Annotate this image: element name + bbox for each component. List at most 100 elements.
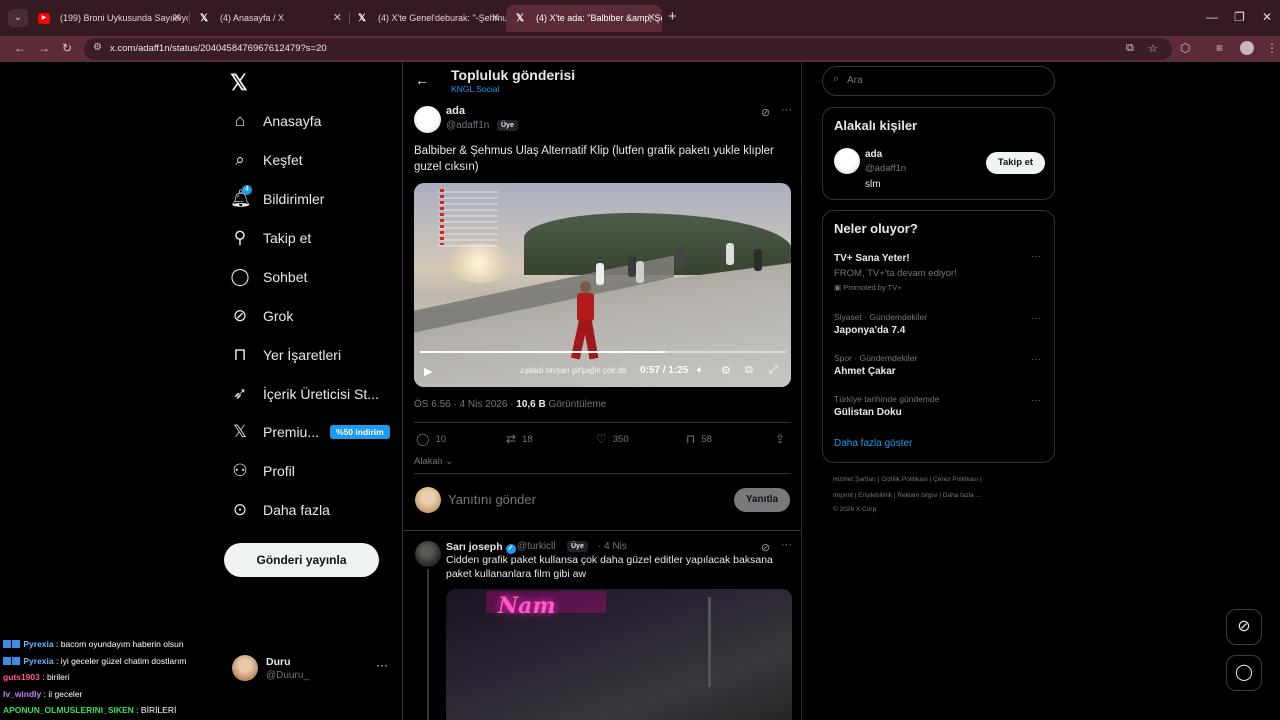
- share-action[interactable]: ⇪: [775, 432, 791, 446]
- site-info-icon[interactable]: ⚙: [93, 42, 102, 53]
- chat-bubble-icon: ◯: [230, 267, 250, 286]
- video-progress-bar[interactable]: [420, 351, 786, 353]
- profile-avatar[interactable]: [1240, 41, 1254, 55]
- nav-creator-studio[interactable]: ➶ İçerik Üreticisi St...: [230, 379, 379, 409]
- author-avatar[interactable]: [414, 106, 441, 133]
- messages-fab-icon[interactable]: ◯: [1226, 655, 1262, 691]
- follow-button[interactable]: Takip et: [986, 152, 1045, 174]
- picture-in-picture-icon[interactable]: ⧉: [745, 364, 753, 377]
- author-name[interactable]: ada: [446, 105, 465, 117]
- person-handle[interactable]: @adaff1n: [865, 163, 906, 174]
- grok-icon[interactable]: ⊘: [761, 541, 770, 554]
- close-tab-icon[interactable]: ✕: [491, 5, 500, 32]
- neon-sign: Nam: [498, 593, 556, 619]
- browser-tab-youtube[interactable]: ▶ (199) Broni Uykusunda Sayıklıyor ✕: [30, 5, 188, 32]
- restore-icon[interactable]: ❐: [1234, 10, 1245, 24]
- nav-grok[interactable]: ⊘ Grok: [230, 301, 293, 331]
- back-arrow-icon[interactable]: ←: [14, 41, 26, 55]
- install-app-icon[interactable]: ⧉: [1126, 42, 1134, 55]
- nav-follow[interactable]: ⚲ Takip et: [230, 223, 311, 253]
- fullscreen-icon[interactable]: ⤢: [769, 364, 778, 377]
- address-bar[interactable]: ⚙ x.com/adaff1n/status/20404584769676124…: [84, 38, 1172, 60]
- show-more-link[interactable]: Daha fazla göster: [834, 438, 912, 449]
- repost-action[interactable]: ⇄ 18: [506, 432, 533, 446]
- browser-menu-icon[interactable]: ⋮: [1266, 41, 1278, 55]
- grok-fab-icon[interactable]: ⊘: [1226, 609, 1262, 645]
- reply-more-icon[interactable]: ···: [781, 539, 792, 551]
- account-avatar[interactable]: [232, 655, 258, 681]
- browser-tab-active[interactable]: 𝕏 (4) X'te ada: "Balbiber &amp; Şehmus ✕: [506, 5, 662, 32]
- reading-list-icon[interactable]: ≡: [1216, 41, 1223, 55]
- nav-bookmarks[interactable]: ⊓ Yer İşaretleri: [230, 340, 341, 370]
- account-more-icon[interactable]: ···: [376, 658, 388, 672]
- back-arrow-icon[interactable]: ←: [415, 72, 429, 88]
- reload-icon[interactable]: ↻: [62, 41, 72, 55]
- x-logo-icon[interactable]: 𝕏: [230, 70, 248, 96]
- reply-date[interactable]: · 4 Nis: [598, 541, 627, 552]
- sort-dropdown[interactable]: Alakalı ⌄: [414, 456, 453, 467]
- reply-action[interactable]: ◯ 10: [416, 432, 446, 446]
- reply-button[interactable]: Yanıtla: [734, 488, 790, 512]
- person-avatar[interactable]: [834, 148, 860, 174]
- search-box[interactable]: ⌕ Ara: [822, 66, 1055, 96]
- reply-author-avatar[interactable]: [415, 541, 441, 567]
- play-icon[interactable]: ▶: [424, 365, 432, 378]
- like-action[interactable]: ♡ 350: [596, 432, 629, 446]
- copyright: © 2026 X Corp.: [833, 506, 878, 513]
- minimize-icon[interactable]: —: [1206, 10, 1218, 24]
- trend-more-icon[interactable]: ···: [1031, 354, 1041, 365]
- grok-icon[interactable]: ⊘: [761, 106, 770, 119]
- nav-notifications[interactable]: 🔔︎ 4 Bildirimler: [230, 184, 324, 214]
- browser-tab-post[interactable]: 𝕏 (4) X'te Genel'deburak: "-Şehmus ✕: [348, 5, 506, 32]
- heart-icon: ♡: [596, 432, 607, 446]
- nav-chat[interactable]: ◯ Sohbet: [230, 262, 307, 292]
- nav-premium[interactable]: 𝕏 Premiu... %50 indirim: [230, 417, 390, 447]
- chat-line: APONUN_OLMUSLERINI_SIKEN : BİRİLERİ: [3, 705, 177, 715]
- nav-home[interactable]: ⌂ Anasayfa: [230, 106, 322, 136]
- new-tab-plus-icon[interactable]: +: [668, 8, 677, 25]
- browser-tab-home[interactable]: 𝕏 (4) Anasayfa / X ✕: [190, 5, 348, 32]
- bookmark-action[interactable]: ⊓ 58: [686, 432, 712, 446]
- reply-author-name[interactable]: Sarı joseph ✓: [446, 541, 516, 554]
- trend-more-icon[interactable]: ···: [1031, 395, 1041, 406]
- bookmark-star-icon[interactable]: ☆: [1148, 42, 1158, 55]
- community-link[interactable]: KNGL Social: [451, 84, 499, 94]
- notification-count-badge: 4: [242, 185, 252, 195]
- reply-input[interactable]: Yanıtını gönder: [448, 492, 536, 507]
- account-name[interactable]: Duru: [266, 656, 291, 668]
- trend-more-icon[interactable]: ···: [1031, 313, 1041, 324]
- volume-icon[interactable]: 🔈︎: [697, 364, 704, 377]
- settings-gear-icon[interactable]: ⚙: [721, 364, 731, 377]
- close-tab-icon[interactable]: ✕: [333, 5, 342, 32]
- close-tab-icon[interactable]: ✕: [173, 5, 182, 32]
- trend-name[interactable]: Japonya'da 7.4: [834, 325, 905, 336]
- trend-name[interactable]: TV+ Sana Yeter!: [834, 253, 910, 264]
- person-bio: slm: [865, 179, 881, 190]
- footer-links[interactable]: Imprint | Erişilebilirlik | Reklam bilgi…: [833, 492, 981, 499]
- footer-links[interactable]: Hizmet Şartları | Gizlilik Politikası | …: [833, 476, 982, 483]
- more-circle-icon: ⊙: [232, 500, 248, 519]
- trend-more-icon[interactable]: ···: [1031, 251, 1041, 262]
- author-handle[interactable]: @adaff1n: [446, 120, 489, 131]
- trend-name[interactable]: Ahmet Çakar: [834, 366, 896, 377]
- forward-arrow-icon[interactable]: →: [38, 41, 50, 55]
- reply-author-handle[interactable]: @turkicll: [517, 541, 556, 552]
- tab-search-chevron-icon[interactable]: ⌄: [8, 9, 28, 27]
- post-button[interactable]: Gönderi yayınla: [224, 543, 379, 577]
- url-text[interactable]: x.com/adaff1n/status/2040458476967612479…: [110, 43, 327, 54]
- nav-more[interactable]: ⊙ Daha fazla: [230, 495, 330, 525]
- nav-explore[interactable]: ⌕ Keşfet: [230, 145, 302, 175]
- video-hud-markers: [440, 189, 444, 245]
- person-name[interactable]: ada: [865, 149, 882, 160]
- nav-label: Grok: [263, 308, 294, 324]
- post-video[interactable]: ▶ zıpladı tavşan git'çeğin çok da 0:57 /…: [414, 183, 791, 387]
- post-timestamp[interactable]: ÖS 6:56 · 4 Nis 2026 ·: [414, 399, 514, 410]
- post-more-icon[interactable]: ···: [781, 104, 792, 116]
- extensions-icon[interactable]: ⬡: [1180, 41, 1190, 55]
- close-tab-icon[interactable]: ✕: [647, 5, 656, 32]
- nav-profile[interactable]: ⚇ Profil: [230, 456, 295, 486]
- trend-name[interactable]: Gülistan Doku: [834, 407, 902, 418]
- browser-tab-strip: ⌄ ▶ (199) Broni Uykusunda Sayıklıyor ✕ 𝕏…: [0, 0, 1280, 36]
- reply-image[interactable]: Nam: [446, 589, 792, 720]
- window-close-icon[interactable]: ✕: [1262, 10, 1272, 24]
